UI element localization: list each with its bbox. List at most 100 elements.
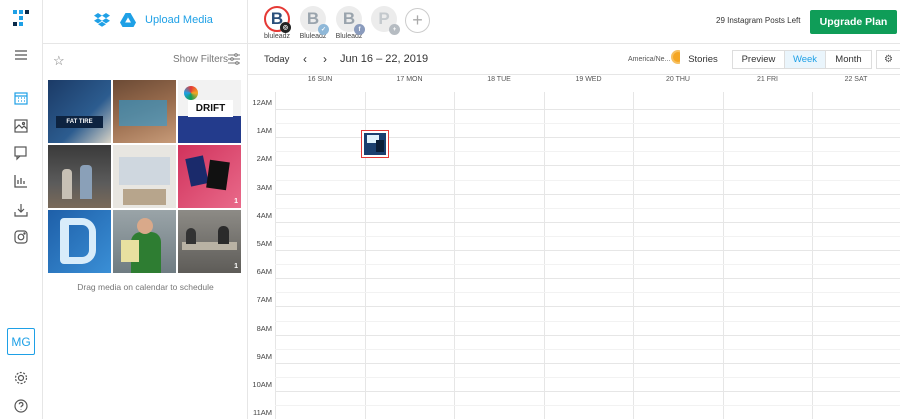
- hour-label: 1AM: [256, 126, 272, 136]
- grid-line: [544, 92, 545, 419]
- nav-rail: MG: [0, 0, 43, 419]
- upload-bar: Upload Media: [43, 0, 248, 44]
- day-header: 20 THU: [666, 76, 690, 83]
- media-thumbnail[interactable]: DRIFT: [178, 80, 241, 143]
- half-hour-line: [275, 292, 900, 294]
- media-panel: Upload Media ☆ Show Filters FAT TIRE DRI…: [43, 0, 248, 419]
- next-week-button[interactable]: ›: [323, 52, 327, 66]
- profile-facebook[interactable]: B f Bluleadz: [334, 6, 365, 40]
- app-logo[interactable]: [10, 7, 32, 29]
- filter-bar: ☆ Show Filters: [43, 45, 248, 75]
- hour-line: [275, 306, 900, 308]
- calendar-settings-icon[interactable]: ⚙: [876, 50, 900, 69]
- grid-line: [812, 92, 813, 419]
- add-profile-button[interactable]: +: [405, 8, 430, 33]
- hour-label: 9AM: [256, 351, 272, 361]
- view-preview-button[interactable]: Preview: [732, 50, 785, 69]
- pinterest-icon: P +: [371, 6, 400, 35]
- instagram-icon[interactable]: [11, 227, 31, 247]
- facebook-icon: f: [354, 24, 365, 35]
- upgrade-plan-button[interactable]: Upgrade Plan: [810, 10, 897, 34]
- media-thumbnail[interactable]: [113, 210, 176, 273]
- day-header: 21 FRI: [756, 76, 778, 83]
- day-header: 17 MON: [396, 76, 423, 83]
- today-button[interactable]: Today: [264, 54, 289, 65]
- stories-button[interactable]: Stories: [680, 50, 726, 69]
- show-filters-button[interactable]: Show Filters: [173, 54, 228, 65]
- grid-line: [275, 92, 276, 419]
- instagram-icon: ◎: [280, 22, 291, 33]
- hour-line: [275, 362, 900, 364]
- twitter-icon: ✓: [318, 24, 329, 35]
- media-thumbnail[interactable]: 1: [178, 210, 241, 273]
- download-icon[interactable]: [11, 200, 31, 220]
- upload-media-button[interactable]: Upload Media: [145, 14, 213, 26]
- half-hour-line: [275, 235, 900, 237]
- analytics-icon[interactable]: [11, 171, 31, 191]
- scheduled-post-thumbnail: [364, 133, 386, 155]
- day-header: 22 SAT: [844, 76, 868, 83]
- hour-label: 5AM: [256, 239, 272, 248]
- profile-avatar: B f: [336, 6, 365, 35]
- hour-line: [275, 278, 900, 280]
- add-badge-icon: +: [389, 24, 400, 35]
- media-thumbnail[interactable]: [48, 210, 111, 273]
- scheduled-post[interactable]: [361, 130, 389, 158]
- calendar-icon[interactable]: [11, 88, 31, 108]
- grid-line: [723, 92, 724, 419]
- view-month-button[interactable]: Month: [825, 50, 872, 69]
- hour-label: 4AM: [256, 210, 272, 220]
- hour-label: 8AM: [256, 323, 272, 333]
- filter-sliders-icon[interactable]: [228, 53, 240, 65]
- hour-line: [275, 193, 900, 195]
- media-thumbnail[interactable]: [113, 145, 176, 208]
- profile-avatar: B ✓: [300, 6, 329, 35]
- media-thumbnail[interactable]: FAT TIRE: [48, 80, 111, 143]
- dropbox-icon[interactable]: [94, 13, 110, 27]
- hour-line: [275, 165, 900, 167]
- half-hour-line: [275, 320, 900, 322]
- timezone-selector[interactable]: America/Ne...: [628, 56, 670, 63]
- hour-label: 11AM: [252, 408, 272, 418]
- hour-label: 12AM: [252, 98, 272, 107]
- media-thumbnail[interactable]: [48, 145, 111, 208]
- hour-label: 10AM: [252, 380, 272, 389]
- profile-bar: B ◎ bluleadz B ✓ Bluleadz B f Bluleadz P…: [248, 0, 900, 44]
- half-hour-line: [275, 179, 900, 181]
- day-header: 16 SUN: [307, 76, 333, 83]
- profile-twitter[interactable]: B ✓ Bluleadz: [298, 6, 329, 40]
- media-thumbnail[interactable]: [113, 80, 176, 143]
- menu-icon[interactable]: [11, 45, 31, 65]
- hour-line: [275, 334, 900, 336]
- half-hour-line: [275, 264, 900, 266]
- day-header: 18 TUE: [487, 76, 511, 83]
- hour-line: [275, 221, 900, 223]
- profile-instagram[interactable]: B ◎ bluleadz: [262, 6, 292, 40]
- hour-line: [275, 250, 900, 251]
- hour-label: 3AM: [256, 182, 272, 192]
- posts-left-counter: 29 Instagram Posts Left: [716, 16, 801, 25]
- media-thumbnail[interactable]: 1: [178, 145, 241, 208]
- help-icon[interactable]: [11, 396, 31, 416]
- google-drive-icon[interactable]: [120, 13, 136, 27]
- view-week-button[interactable]: Week: [784, 50, 826, 69]
- half-hour-line: [275, 123, 900, 125]
- hour-label: 6AM: [256, 267, 272, 277]
- half-hour-line: [275, 207, 900, 209]
- chat-icon[interactable]: [11, 143, 31, 163]
- hour-line: [275, 109, 900, 110]
- half-hour-line: [275, 348, 900, 350]
- half-hour-line: [275, 405, 900, 407]
- settings-icon[interactable]: [11, 368, 31, 388]
- profile-pinterest[interactable]: P +: [369, 6, 400, 35]
- grid-line: [633, 92, 634, 419]
- hour-line: [275, 391, 900, 392]
- gallery-icon[interactable]: [11, 116, 31, 136]
- date-range: Jun 16 – 22, 2019: [340, 53, 429, 65]
- star-icon[interactable]: ☆: [53, 53, 65, 69]
- previous-week-button[interactable]: ‹: [303, 52, 307, 66]
- user-avatar[interactable]: MG: [7, 328, 35, 355]
- drag-hint: Drag media on calendar to schedule: [77, 282, 214, 292]
- calendar-toolbar: Today ‹ › Jun 16 – 22, 2019 America/Ne..…: [248, 45, 900, 75]
- hour-label: 2AM: [256, 154, 272, 164]
